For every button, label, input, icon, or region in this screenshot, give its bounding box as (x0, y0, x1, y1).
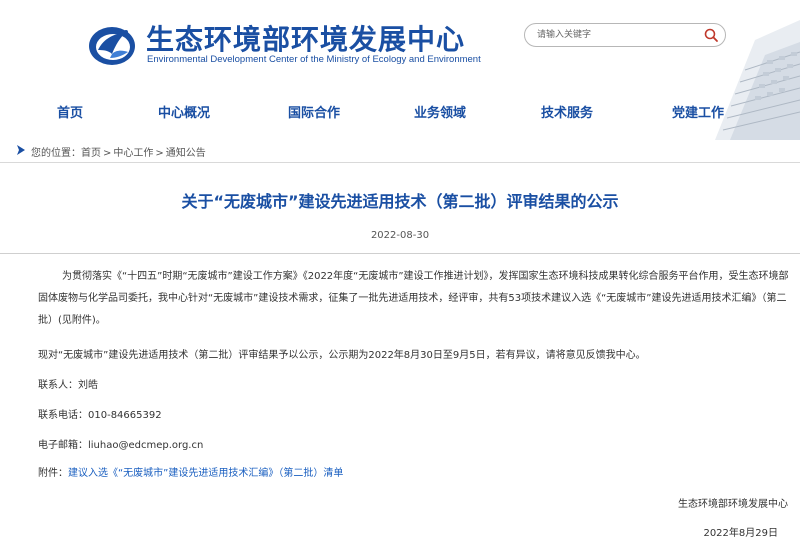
article-title: 关于“无废城市”建设先进适用技术（第二批）评审结果的公示 (181, 192, 619, 211)
contact-line: 联系人：刘皓 (38, 378, 98, 394)
phone-label: 联系电话： (38, 410, 88, 421)
nav-item-party-building[interactable]: 党建工作 (672, 102, 724, 121)
crane-logo-icon[interactable] (86, 20, 138, 68)
email-label: 电子邮箱： (38, 440, 88, 451)
article-date: 2022-08-30 (370, 230, 430, 241)
arrow-right-icon (17, 145, 25, 155)
breadcrumb-home[interactable]: 首页 (81, 148, 101, 159)
nav-item-technical-services[interactable]: 技术服务 (541, 102, 593, 121)
attachment-label: 附件： (38, 468, 68, 479)
attachment-line: 附件：建议入选《“无废城市”建设先进适用技术汇编》（第二批）清单 (38, 466, 343, 482)
breadcrumb-notices[interactable]: 通知公告 (166, 148, 206, 159)
breadcrumb-center-work[interactable]: 中心工作 (113, 148, 153, 159)
site-title: 生态环境部环境发展中心 (146, 23, 466, 56)
email-value: liuhao@edcmep.org.cn (88, 440, 204, 451)
breadcrumb: 您的位置：首页 > 中心工作 > 通知公告 (0, 141, 800, 163)
phone-value: 010-84665392 (88, 410, 162, 421)
nav-item-home[interactable]: 首页 (57, 102, 83, 121)
breadcrumb-separator: > (103, 148, 112, 159)
title-divider (0, 253, 800, 254)
search-input[interactable] (537, 27, 697, 43)
signature-date: 2022年8月29日 (703, 528, 778, 539)
nav-item-center-overview[interactable]: 中心概况 (158, 102, 210, 121)
main-nav: 首页 中心概况 国际合作 业务领域 技术服务 党建工作 (0, 90, 800, 130)
breadcrumb-separator: > (155, 148, 164, 159)
contact-name: 刘皓 (78, 380, 98, 391)
email-line: 电子邮箱：liuhao@edcmep.org.cn (38, 438, 203, 454)
site-header: 生态环境部环境发展中心 Environmental Development Ce… (0, 0, 800, 140)
article-paragraph-2-text: 现对“无废城市”建设先进适用技术（第二批）评审结果予以公示，公示期为2022年8… (38, 350, 646, 361)
nav-item-international-cooperation[interactable]: 国际合作 (288, 102, 340, 121)
phone-line: 联系电话：010-84665392 (38, 408, 162, 424)
signature-organization: 生态环境部环境发展中心 (678, 499, 788, 510)
contact-label: 联系人： (38, 380, 78, 391)
article-paragraph-1: 为贯彻落实《“十四五”时期“无废城市”建设工作方案》《2022年度“无废城市”建… (38, 271, 789, 326)
article-paragraph-2: 现对“无废城市”建设先进适用技术（第二批）评审结果予以公示，公示期为2022年8… (38, 348, 646, 364)
breadcrumb-prefix: 您的位置： (31, 148, 81, 159)
site-subtitle: Environmental Development Center of the … (147, 54, 481, 65)
nav-item-business-areas[interactable]: 业务领域 (414, 102, 466, 121)
breadcrumb-text: 您的位置：首页 > 中心工作 > 通知公告 (31, 144, 206, 159)
attachment-link[interactable]: 建议入选《“无废城市”建设先进适用技术汇编》（第二批）清单 (68, 468, 343, 479)
